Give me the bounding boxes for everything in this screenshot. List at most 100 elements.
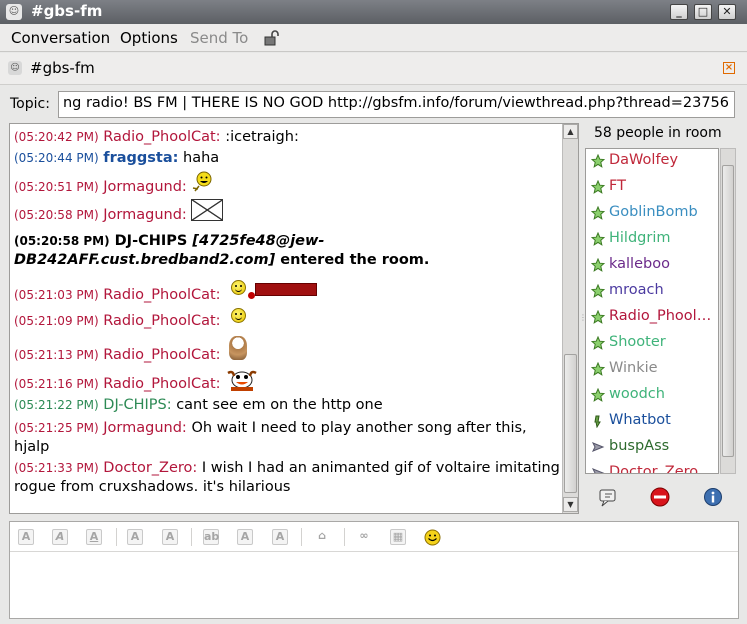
msg-nick[interactable]: Radio_PhoolCat: [103,313,220,329]
chat-message: (05:20:58 PM) Jormagund: [14,199,562,229]
green-star-icon [591,180,605,194]
font-larger-icon[interactable]: A [127,529,143,545]
msg-nick[interactable]: fraggsta: [103,150,178,166]
toolbar-separator [301,528,302,546]
underline-icon[interactable]: A [86,529,102,545]
smiley-emoticon [231,307,247,323]
clear-formatting-icon[interactable]: ⌂ [314,529,330,545]
chat-message: (05:21:13 PM) Radio_PhoolCat: [14,336,562,371]
scroll-down-arrow-icon[interactable]: ▼ [563,497,578,512]
msg-time: (05:20:44 PM) [14,151,99,165]
insert-image-icon[interactable]: ▦ [390,529,406,545]
insert-smiley-icon[interactable] [424,529,441,546]
people-list-item[interactable]: mroach [586,279,718,305]
topic-text: ng radio! BS FM | THERE IS NO GOD http:/… [62,95,729,111]
window-title: #gbs-fm [31,2,103,20]
green-star-icon [591,258,605,272]
people-list[interactable]: DaWolfey FT GoblinBomb Hildgrim kalleboo mroa… [585,148,719,474]
people-list-name: buspAss [609,438,670,454]
green-star-icon [591,336,605,350]
people-list-name: DaWolfey [609,152,679,168]
green-star-icon [591,206,605,220]
topic-field[interactable]: ng radio! BS FM | THERE IS NO GOD http:/… [58,91,735,118]
chat-message-join: (05:20:58 PM) DJ-CHIPS [4725fe48@jew-DB2… [14,229,562,277]
green-star-icon [591,232,605,246]
msg-nick[interactable]: DJ-CHIPS: [103,397,171,413]
msg-nick[interactable]: Radio_PhoolCat: [103,129,220,145]
people-list-name: Doctor_Zero [609,464,699,474]
people-list-scroll-thumb[interactable] [722,165,734,457]
info-icon[interactable] [702,486,724,508]
insert-link-icon[interactable]: ∞ [356,529,372,545]
msg-nick[interactable]: Radio_PhoolCat: [103,347,220,363]
msg-nick[interactable]: Jormagund: [103,420,187,436]
block-icon[interactable] [649,486,671,508]
people-list-item[interactable]: Doctor_Zero [586,461,718,474]
people-list-item[interactable]: DaWolfey [586,149,718,175]
msg-nick[interactable]: Radio_PhoolCat: [103,376,220,392]
voice-arrow-icon [591,468,605,473]
people-list-item[interactable]: Hildgrim [586,227,718,253]
msg-nick[interactable]: Radio_PhoolCat: [103,287,220,303]
msg-nick[interactable]: Jormagund: [103,179,187,195]
chat-message: (05:21:25 PM) Jormagund: Oh wait I need … [14,419,562,459]
people-list-scrollbar[interactable] [720,148,736,474]
tab-gbs-fm[interactable]: #gbs-fm [30,59,95,77]
chat-message: (05:21:03 PM) Radio_PhoolCat: [14,277,562,305]
title-bar: ☺ #gbs-fm _ □ ✕ [0,0,747,24]
dancing-smiley-emoticon [193,171,212,192]
font-smaller-icon[interactable]: A [162,529,178,545]
people-list-item[interactable]: kalleboo [586,253,718,279]
foreground-color-icon[interactable]: A [237,529,253,545]
chat-log[interactable]: (05:20:40 PM) Jormagund: -_- (05:20:42 P… [9,123,579,514]
people-list-item[interactable]: GoblinBomb [586,201,718,227]
bot-icon [594,415,601,428]
chat-scrollbar[interactable]: ▲ ▼ [562,124,578,513]
minimize-button[interactable]: _ [670,4,688,20]
people-list-name: Whatbot [609,412,671,428]
people-list-item[interactable]: woodch [586,383,718,409]
menu-conversation[interactable]: Conversation [11,29,110,47]
menu-send-to[interactable]: Send To [190,29,248,47]
menu-options[interactable]: Options [120,29,178,47]
menu-bar: Conversation Options Send To [0,24,747,52]
people-list-item[interactable]: Winkie [586,357,718,383]
msg-nick[interactable]: DJ-CHIPS [115,233,188,249]
horizontal-splitter[interactable] [9,515,739,520]
people-list-item[interactable]: Shooter [586,331,718,357]
bold-icon[interactable]: A [18,529,34,545]
msg-time: (05:20:51 PM) [14,180,99,194]
people-list-item[interactable]: Radio_PhoolCat [586,305,718,331]
close-window-button[interactable]: ✕ [718,4,736,20]
msg-time: (05:21:03 PM) [14,288,99,302]
people-list-item[interactable]: FT [586,175,718,201]
people-list-name: Radio_PhoolCat [609,308,714,324]
chat-message: (05:20:51 PM) Jormagund: [14,171,562,200]
send-message-icon[interactable] [596,486,618,508]
people-list-name: Winkie [609,360,658,376]
people-list-item[interactable]: buspAss [586,435,718,461]
formatting-toolbar: A A A A A ab A A ⌂ ∞ ▦ [10,522,738,552]
msg-text: entered the room. [280,252,430,268]
toolbar-separator [116,528,117,546]
red-dot-emoticon [248,291,256,299]
unlocked-icon[interactable] [263,30,279,46]
italic-icon[interactable]: A [52,529,68,545]
topic-label: Topic: [10,96,50,112]
msg-text: cant see em on the http one [176,397,383,413]
people-list-name: kalleboo [609,256,670,272]
background-color-icon[interactable]: A [272,529,288,545]
people-list-item[interactable]: Whatbot [586,409,718,435]
scroll-up-arrow-icon[interactable]: ▲ [563,124,578,139]
chat-message: (05:21:09 PM) Radio_PhoolCat: [14,305,562,337]
close-tab-icon[interactable]: × [723,62,735,74]
green-star-icon [591,284,605,298]
msg-time: (05:21:33 PM) [14,461,99,475]
chat-message: (05:20:42 PM) Radio_PhoolCat: :icetraigh… [14,124,562,147]
chat-scroll-thumb[interactable] [564,354,577,493]
msg-nick[interactable]: Jormagund: [103,207,187,223]
msg-nick[interactable]: Doctor_Zero: [103,460,197,476]
font-face-icon[interactable]: ab [203,529,219,545]
message-input[interactable] [10,553,738,618]
maximize-button[interactable]: □ [694,4,712,20]
